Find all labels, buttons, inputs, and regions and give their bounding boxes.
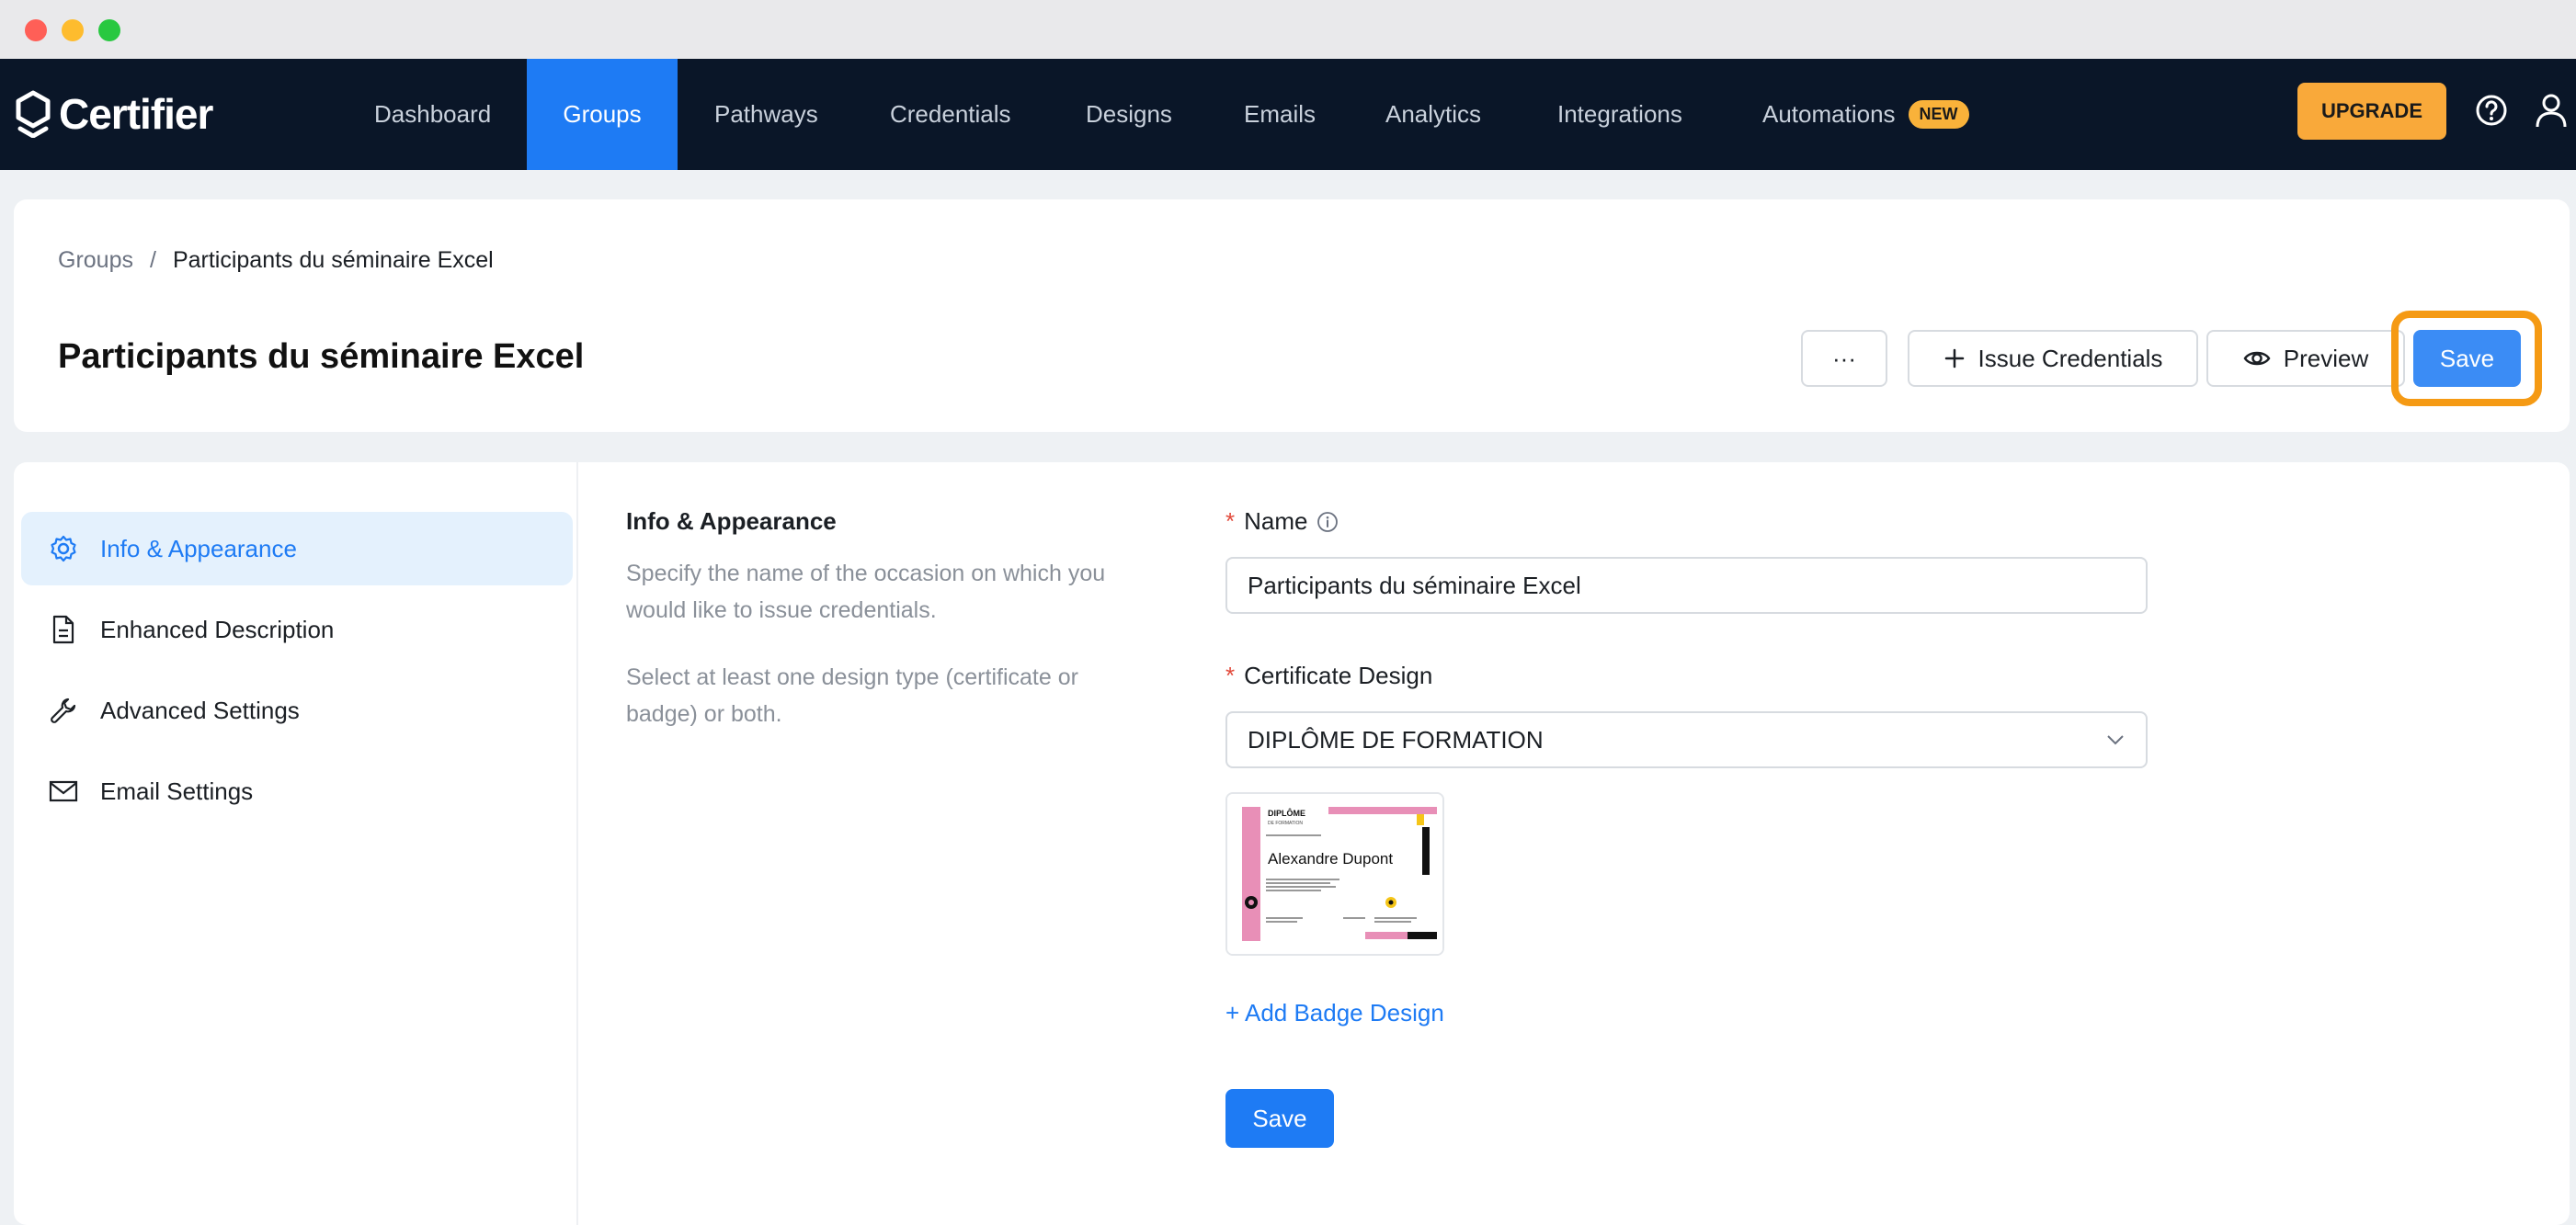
name-field-label: * Name xyxy=(1225,507,1339,536)
sidebar-item-advanced-settings[interactable]: Advanced Settings xyxy=(21,674,573,747)
sidebar-item-label: Info & Appearance xyxy=(100,534,297,562)
nav-dashboard[interactable]: Dashboard xyxy=(374,59,491,170)
brand-name: Certifier xyxy=(59,90,213,138)
preview-diploma-subtitle: DE FORMATION xyxy=(1268,821,1303,826)
document-icon xyxy=(49,615,78,644)
certificate-preview-thumbnail[interactable]: DIPLÔME DE FORMATION Alexandre Dupont xyxy=(1225,792,1444,956)
nav-analytics[interactable]: Analytics xyxy=(1385,59,1481,170)
breadcrumb-current: Participants du séminaire Excel xyxy=(172,247,494,273)
more-options-button[interactable]: ··· xyxy=(1801,330,1887,387)
chevron-down-icon xyxy=(2107,735,2124,745)
sidebar-item-email-settings[interactable]: Email Settings xyxy=(21,754,573,828)
eye-icon xyxy=(2243,351,2271,366)
breadcrumb-groups-link[interactable]: Groups xyxy=(58,247,133,274)
certifier-logo-icon xyxy=(16,90,51,138)
group-header-card: Groups / Participants du séminaire Excel… xyxy=(14,199,2570,432)
upgrade-button[interactable]: UPGRADE xyxy=(2297,83,2446,140)
preview-button[interactable]: Preview xyxy=(2206,330,2405,387)
new-badge: NEW xyxy=(1908,100,1969,129)
settings-sidebar: Info & Appearance Enhanced Description A… xyxy=(14,462,578,1225)
window-titlebar xyxy=(0,0,2576,60)
brand-logo[interactable]: Certifier xyxy=(15,85,213,143)
form-save-button[interactable]: Save xyxy=(1225,1089,1334,1148)
required-marker: * xyxy=(1225,507,1236,535)
add-badge-design-link[interactable]: + Add Badge Design xyxy=(1225,999,1444,1027)
required-marker: * xyxy=(1225,662,1236,689)
plus-icon xyxy=(1944,348,1964,369)
help-icon[interactable] xyxy=(2475,94,2508,127)
sidebar-item-enhanced-description[interactable]: Enhanced Description xyxy=(21,593,573,666)
certificate-artwork: DIPLÔME DE FORMATION Alexandre Dupont xyxy=(1227,794,1442,954)
nav-emails[interactable]: Emails xyxy=(1244,59,1316,170)
user-icon[interactable] xyxy=(2534,92,2569,129)
info-icon[interactable] xyxy=(1316,511,1339,533)
section-title: Info & Appearance xyxy=(626,507,837,535)
name-input[interactable]: Participants du séminaire Excel xyxy=(1225,557,2148,614)
preview-recipient-name: Alexandre Dupont xyxy=(1268,850,1393,868)
header-save-button[interactable]: Save xyxy=(2413,330,2521,387)
nav-automations-label: Automations xyxy=(1762,100,1896,128)
nav-pathways[interactable]: Pathways xyxy=(714,59,818,170)
minimize-window-button[interactable] xyxy=(62,19,84,41)
name-label-text: Name xyxy=(1244,507,1308,535)
page-title: Participants du séminaire Excel xyxy=(58,337,585,376)
breadcrumb: Groups / Participants du séminaire Excel xyxy=(58,247,494,274)
preview-label: Preview xyxy=(2283,344,2369,372)
more-options-label: ··· xyxy=(1832,344,1856,372)
breadcrumb-separator: / xyxy=(149,247,156,273)
nav-integrations[interactable]: Integrations xyxy=(1557,59,1682,170)
gear-icon xyxy=(49,534,78,563)
sidebar-item-info-appearance[interactable]: Info & Appearance xyxy=(21,512,573,585)
nav-designs[interactable]: Designs xyxy=(1086,59,1172,170)
name-input-value: Participants du séminaire Excel xyxy=(1248,571,1581,599)
preview-diploma-title: DIPLÔME xyxy=(1268,808,1305,818)
close-window-button[interactable] xyxy=(25,19,47,41)
nav-automations[interactable]: Automations NEW xyxy=(1762,59,1969,170)
maximize-window-button[interactable] xyxy=(98,19,120,41)
issue-credentials-label: Issue Credentials xyxy=(1978,344,2163,372)
envelope-icon xyxy=(49,777,78,806)
sidebar-item-label: Email Settings xyxy=(100,777,254,805)
nav-groups[interactable]: Groups xyxy=(527,59,678,170)
issue-credentials-button[interactable]: Issue Credentials xyxy=(1908,330,2198,387)
top-navigation: Certifier Dashboard Groups Pathways Cred… xyxy=(0,59,2576,170)
sidebar-item-label: Enhanced Description xyxy=(100,615,335,643)
certificate-design-label: * Certificate Design xyxy=(1225,662,1432,690)
certificate-design-value: DIPLÔME DE FORMATION xyxy=(1248,725,1544,754)
section-description-name: Specify the name of the occasion on whic… xyxy=(626,561,1106,623)
sidebar-item-label: Advanced Settings xyxy=(100,696,300,724)
section-description-design: Select at least one design type (certifi… xyxy=(626,664,1078,727)
wrench-icon xyxy=(49,696,78,725)
nav-credentials[interactable]: Credentials xyxy=(890,59,1011,170)
certificate-design-select[interactable]: DIPLÔME DE FORMATION xyxy=(1225,711,2148,768)
certificate-design-label-text: Certificate Design xyxy=(1244,662,1433,689)
